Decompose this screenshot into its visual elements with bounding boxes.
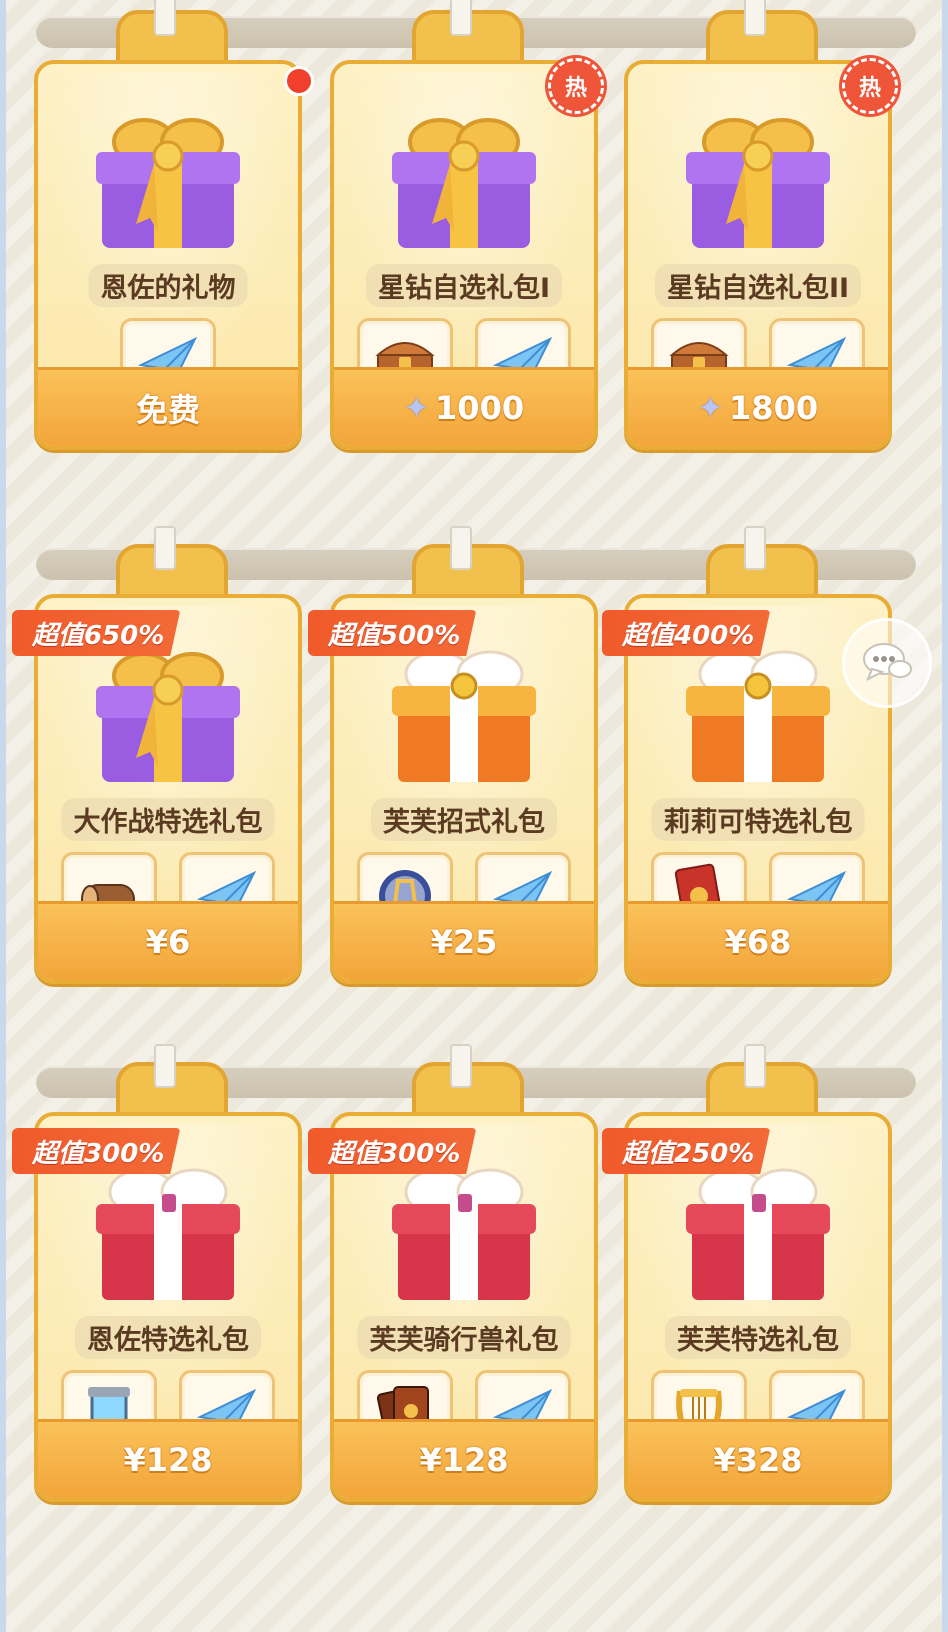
pack-title: 恩佐的礼物 <box>88 264 248 307</box>
pack-title: 恩佐特选礼包 <box>75 1316 261 1359</box>
buy-button[interactable]: ¥68 <box>628 901 888 980</box>
pack-title: 星钻自选礼包II <box>654 264 862 307</box>
price-label: ¥6 <box>145 923 191 961</box>
star-diamond-icon: ✦ <box>403 390 430 426</box>
buy-button[interactable]: ¥128 <box>334 1419 594 1498</box>
buy-button[interactable]: ✦ 1000 <box>334 367 594 446</box>
pack-title: 大作战特选礼包 <box>61 798 275 841</box>
gift-pack-card[interactable]: 恩佐的礼物 5 免费 <box>34 0 314 452</box>
value-ribbon: 超值400% <box>602 610 771 656</box>
red-gift-icon <box>674 1156 842 1306</box>
price-label: ¥328 <box>713 1441 803 1479</box>
buy-button[interactable]: ¥328 <box>628 1419 888 1498</box>
purple-gift-icon <box>674 104 842 254</box>
gift-pack-card[interactable]: 星钻自选礼包II 1 10 ✦ 1800 热 <box>624 0 898 452</box>
value-ribbon: 超值250% <box>602 1128 771 1174</box>
gift-pack-card[interactable]: 芙芙骑行兽礼包 60 120 ¥128 超值300% <box>308 1044 598 1504</box>
price-label: ¥128 <box>419 1441 509 1479</box>
gift-pack-card[interactable]: 大作战特选礼包 50 20 ¥6 超值650% <box>12 526 302 986</box>
value-ribbon: 超值300% <box>308 1128 477 1174</box>
right-edge <box>942 0 948 1632</box>
gift-pack-card[interactable]: 恩佐特选礼包 1000 120 ¥128 超值300% <box>12 1044 302 1504</box>
price-label: 1800 <box>729 389 819 427</box>
value-ribbon: 超值300% <box>12 1128 181 1174</box>
value-ribbon: 超值500% <box>308 610 477 656</box>
notification-dot <box>284 66 314 96</box>
gift-pack-card[interactable]: 芙芙特选礼包 40 240 ¥328 超值250% <box>602 1044 892 1504</box>
hot-badge: 热 <box>842 58 898 114</box>
buy-button[interactable]: ✦ 1800 <box>628 367 888 446</box>
red-gift-icon <box>84 1156 252 1306</box>
price-label: 1000 <box>435 389 525 427</box>
buy-button[interactable]: ¥128 <box>38 1419 298 1498</box>
price-label: ¥25 <box>430 923 498 961</box>
chat-bubble-button[interactable] <box>842 618 932 708</box>
price-label: ¥68 <box>724 923 792 961</box>
buy-button[interactable]: ¥6 <box>38 901 298 980</box>
pack-title: 芙芙骑行兽礼包 <box>357 1316 571 1359</box>
orange-gift-icon <box>380 638 548 788</box>
purple-gift-icon <box>380 104 548 254</box>
purple-gift-icon <box>84 104 252 254</box>
card-body: 恩佐的礼物 5 免费 <box>34 60 302 450</box>
chat-bubble-icon <box>863 643 912 682</box>
pack-title: 芙芙招式礼包 <box>371 798 557 841</box>
gift-pack-card[interactable]: 星钻自选礼包I 1 5 ✦ 1000 热 <box>330 0 604 452</box>
pack-title: 芙芙特选礼包 <box>665 1316 851 1359</box>
value-ribbon: 超值650% <box>12 610 181 656</box>
gift-pack-card[interactable]: 莉莉可特选礼包 20 80 ¥68 超值400% <box>602 526 892 986</box>
buy-button[interactable]: ¥25 <box>334 901 594 980</box>
gift-pack-card[interactable]: 芙芙招式礼包 800 65 ¥25 超值500% <box>308 526 598 986</box>
buy-button[interactable]: 免费 <box>38 367 298 446</box>
star-diamond-icon: ✦ <box>697 390 724 426</box>
left-edge <box>0 0 6 1632</box>
card-body: 星钻自选礼包II 1 10 ✦ 1800 <box>624 60 892 450</box>
pack-title: 星钻自选礼包I <box>365 264 563 307</box>
orange-gift-icon <box>674 638 842 788</box>
card-body: 星钻自选礼包I 1 5 ✦ 1000 <box>330 60 598 450</box>
hot-badge: 热 <box>548 58 604 114</box>
price-label: ¥128 <box>123 1441 213 1479</box>
red-gift-icon <box>380 1156 548 1306</box>
purple-gift-icon <box>84 638 252 788</box>
price-label: 免费 <box>135 391 200 429</box>
pack-title: 莉莉可特选礼包 <box>651 798 865 841</box>
